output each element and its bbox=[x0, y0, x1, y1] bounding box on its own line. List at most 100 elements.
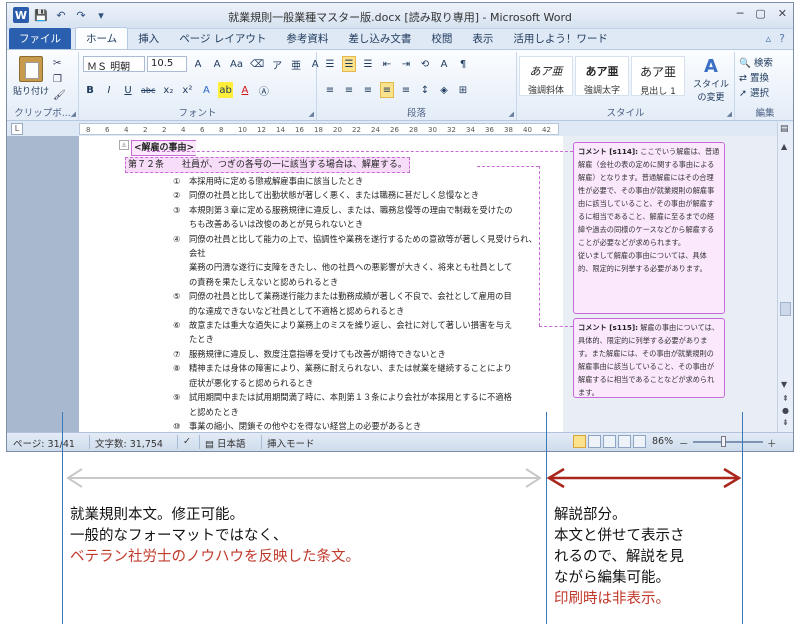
article-72[interactable]: 第７２条 社員が、つぎの各号の一に該当する場合は、解雇する。 bbox=[125, 157, 410, 174]
bold-icon[interactable]: B bbox=[83, 82, 97, 98]
zoom-level[interactable]: 86% bbox=[652, 436, 673, 447]
article-item-line[interactable]: と認めたとき bbox=[173, 405, 545, 419]
numbering-icon[interactable]: ☰ bbox=[342, 56, 356, 72]
close-button[interactable]: ✕ bbox=[778, 7, 787, 20]
article-item-line[interactable]: たとき bbox=[173, 332, 545, 346]
zoom-in-icon[interactable]: ＋ bbox=[767, 436, 777, 450]
word-count[interactable]: 文字数: 31,754 bbox=[95, 436, 163, 450]
line-spacing-icon[interactable]: ↕ bbox=[418, 82, 432, 98]
text-effects-icon[interactable]: A bbox=[199, 82, 213, 98]
article-item-line[interactable]: 的な達成できないなど社員として不適格と認められるとき bbox=[173, 304, 545, 318]
article-item-line[interactable]: ⑧ 精神または身体の障害により、業務に耐えられない、または就業を継続することにより bbox=[173, 361, 545, 375]
highlight-color-icon[interactable]: ab bbox=[218, 82, 233, 98]
article-item-line[interactable]: ⑩ 事業の縮小、閉鎖その他やむを得ない経営上の必要があるとき bbox=[173, 419, 545, 433]
zoom-slider[interactable] bbox=[693, 441, 763, 443]
decrease-indent-icon[interactable]: ⇤ bbox=[380, 56, 394, 72]
asian-layout-icon[interactable]: A bbox=[437, 56, 451, 72]
distributed-icon[interactable]: ≡ bbox=[399, 82, 413, 98]
grow-font-icon[interactable]: A bbox=[191, 56, 205, 72]
article-item-line[interactable]: 業務の円滑な遂行に支障をきたし、他の社員への悪影響が大きく、将来とも社員として bbox=[173, 260, 545, 274]
font-name-select[interactable]: ＭＳ 明朝 bbox=[83, 56, 145, 73]
align-center-icon[interactable]: ≡ bbox=[342, 82, 356, 98]
tab-addin[interactable]: 活用しよう！ワード bbox=[503, 28, 618, 49]
language-indicator[interactable]: ▤ 日本語 bbox=[205, 436, 246, 450]
borders-icon[interactable]: ⊞ bbox=[456, 82, 470, 98]
enclosed-char-icon[interactable]: Ⓐ bbox=[257, 82, 271, 98]
phonetic-guide-icon[interactable]: ア bbox=[270, 56, 284, 72]
shading-icon[interactable]: ◈ bbox=[437, 82, 451, 98]
tab-view[interactable]: 表示 bbox=[462, 28, 503, 49]
find-button[interactable]: 🔍 検索 bbox=[739, 56, 773, 71]
outline-icon[interactable] bbox=[618, 435, 631, 448]
superscript-icon[interactable]: x² bbox=[180, 82, 194, 98]
vertical-scrollbar[interactable]: ▤ ▲ ▼ ⇞ ● ⇟ bbox=[777, 122, 793, 433]
styles-launcher-icon[interactable]: ◢ bbox=[727, 110, 732, 118]
article-item-line[interactable]: ⑦ 服務規律に違反し、数度注意指導を受けても改善が期待できないとき bbox=[173, 347, 545, 361]
change-styles-button[interactable]: A スタイルの変更 bbox=[689, 56, 733, 103]
font-launcher-icon[interactable]: ◢ bbox=[309, 110, 314, 118]
select-button[interactable]: ➚ 選択 bbox=[739, 86, 773, 101]
article-item-line[interactable]: ちも改善あるいは改悛のあとが見られないとき bbox=[173, 217, 545, 231]
minimize-ribbon-icon[interactable]: ▵ bbox=[766, 32, 772, 45]
comment-balloon-s114[interactable]: コメント [s114]: ここでいう解雇は、普通解雇（会社の表の定めに関する事由… bbox=[573, 142, 725, 314]
replace-button[interactable]: ⇄ 置換 bbox=[739, 71, 773, 86]
document-page[interactable]: ⚓ <解雇の事由> 第７２条 社員が、つぎの各号の一に該当する場合は、解雇する。… bbox=[79, 136, 563, 433]
clear-format-icon[interactable]: ⌫ bbox=[249, 56, 265, 72]
article-item-line[interactable]: ② 同僚の社員と比して出勤状態が著しく悪く、または職務に甚だしく怠慢なとき bbox=[173, 188, 545, 202]
article-item-line[interactable]: ④ 同僚の社員と比して能力の上で、協調性や業務を遂行するための意欲等が著しく見受け… bbox=[173, 232, 545, 261]
ruler-toggle-icon[interactable]: ▤ bbox=[780, 124, 789, 134]
article-item-line[interactable]: ⑥ 故意または重大な過失により業務上のミスを繰り返し、会社に対して著しい損害を与え bbox=[173, 318, 545, 332]
subscript-icon[interactable]: x₂ bbox=[161, 82, 175, 98]
maximize-button[interactable]: ▢ bbox=[755, 7, 765, 20]
next-page-icon[interactable]: ⇟ bbox=[782, 418, 789, 427]
help-icon[interactable]: ? bbox=[779, 32, 785, 45]
tab-home[interactable]: ホーム bbox=[75, 27, 129, 49]
align-right-icon[interactable]: ≡ bbox=[361, 82, 375, 98]
paragraph-launcher-icon[interactable]: ◢ bbox=[509, 110, 514, 118]
sort-icon[interactable]: ⟲ bbox=[418, 56, 432, 72]
multilevel-list-icon[interactable]: ☰ bbox=[361, 56, 375, 72]
prev-page-icon[interactable]: ⇞ bbox=[782, 394, 789, 403]
document-heading[interactable]: <解雇の事由> bbox=[131, 140, 197, 157]
article-item-line[interactable]: ⑨ 試用期間中または試用期間満了時に、本則第１３条により会社が本採用とするに不適格 bbox=[173, 390, 545, 404]
article-item-line[interactable]: 症状が悪化すると認められるとき bbox=[173, 376, 545, 390]
horizontal-ruler[interactable]: 8 6 4 2 2 4 6 8 10 12 14 16 18 20 22 24 26 28 30 32 34 36 38 40… bbox=[79, 123, 559, 135]
minimize-button[interactable]: ─ bbox=[737, 7, 744, 20]
article-item-line[interactable]: ③ 本規則第３章に定める服務規律に違反し、または、職務怠慢等の理由で制裁を受けたの bbox=[173, 203, 545, 217]
tab-review[interactable]: 校閲 bbox=[421, 28, 462, 49]
copy-icon[interactable]: ❐ bbox=[53, 74, 66, 85]
comment-balloon-s115[interactable]: コメント [s115]: 解雇の事由については、具体的、限定的に列挙する必要があ… bbox=[573, 318, 725, 398]
web-layout-icon[interactable] bbox=[603, 435, 616, 448]
zoom-out-icon[interactable]: － bbox=[679, 436, 689, 450]
scroll-down-icon[interactable]: ▼ bbox=[781, 380, 787, 389]
show-marks-icon[interactable]: ¶ bbox=[456, 56, 470, 72]
article-item-line[interactable]: ① 本採用時に定める懲戒解雇事由に該当したとき bbox=[173, 174, 545, 188]
bullets-icon[interactable]: ☰ bbox=[323, 56, 337, 72]
full-screen-reading-icon[interactable] bbox=[588, 435, 601, 448]
tab-selector-icon[interactable]: L bbox=[11, 123, 23, 135]
style-emphasis-bold[interactable]: あア亜 強調太字 bbox=[575, 56, 629, 96]
align-left-icon[interactable]: ≡ bbox=[323, 82, 337, 98]
change-case-icon[interactable]: Aa bbox=[229, 56, 244, 72]
italic-icon[interactable]: I bbox=[102, 82, 116, 98]
font-size-select[interactable]: 10.5 bbox=[147, 56, 187, 72]
tab-mailings[interactable]: 差し込み文書 bbox=[338, 28, 421, 49]
underline-icon[interactable]: U bbox=[121, 82, 135, 98]
tab-page-layout[interactable]: ページ レイアウト bbox=[169, 28, 276, 49]
tab-file[interactable]: ファイル bbox=[9, 28, 71, 49]
shrink-font-icon[interactable]: A bbox=[210, 56, 224, 72]
article-item-line[interactable]: の責務を果たしえないと認められるとき bbox=[173, 275, 545, 289]
font-color-icon[interactable]: A bbox=[238, 82, 252, 98]
browse-object-icon[interactable]: ● bbox=[782, 406, 789, 415]
paste-button[interactable]: 貼り付け bbox=[13, 56, 49, 97]
enclose-char-icon[interactable]: 亜 bbox=[289, 56, 303, 72]
zoom-slider-thumb[interactable] bbox=[721, 436, 726, 447]
justify-icon[interactable]: ≡ bbox=[380, 82, 394, 98]
draft-icon[interactable] bbox=[633, 435, 646, 448]
insert-mode[interactable]: 挿入モード bbox=[267, 436, 315, 450]
clipboard-launcher-icon[interactable]: ◢ bbox=[71, 110, 76, 118]
print-layout-icon[interactable] bbox=[573, 435, 586, 448]
tab-references[interactable]: 参考資料 bbox=[276, 28, 338, 49]
page-indicator[interactable]: ページ: 31/41 bbox=[13, 436, 75, 450]
proofing-icon[interactable]: ✓ bbox=[183, 436, 191, 447]
